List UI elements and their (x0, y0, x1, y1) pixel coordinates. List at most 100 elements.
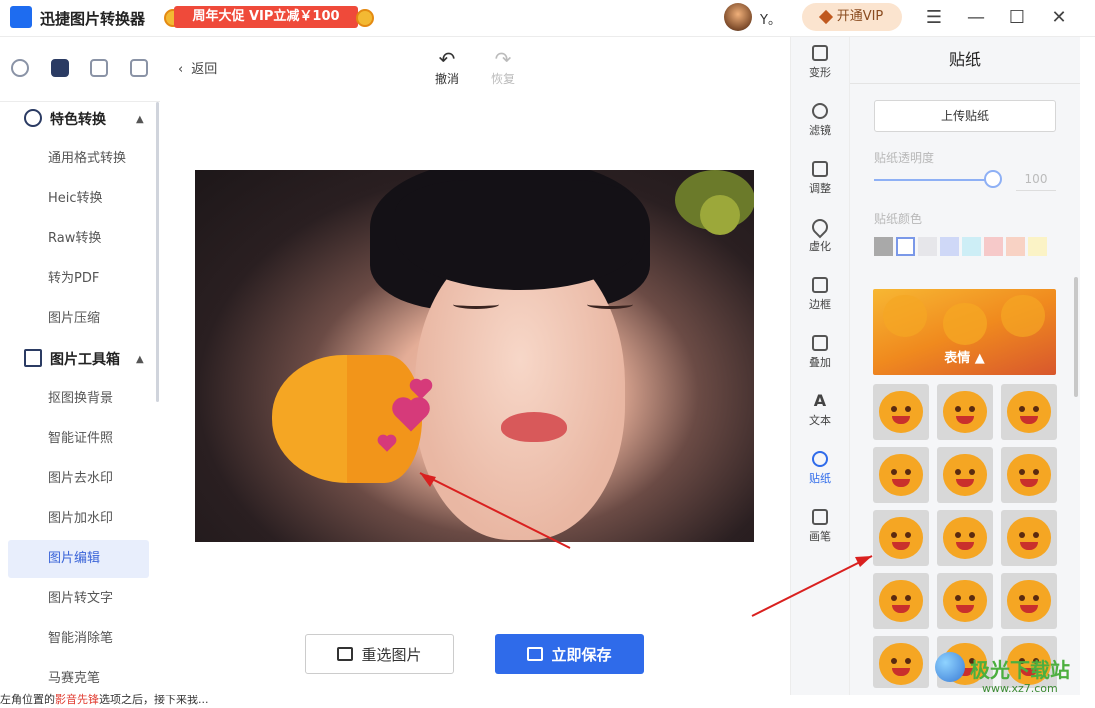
sticker-icon (812, 451, 828, 467)
emoji-icon (879, 580, 923, 622)
sidebar-item-to-pdf[interactable]: 转为PDF (8, 260, 149, 298)
sidebar-item-add-watermark[interactable]: 图片加水印 (8, 500, 149, 538)
banner-emoji (883, 295, 927, 337)
sticker-thumbnail[interactable] (873, 573, 929, 629)
username[interactable]: Y。 (760, 9, 781, 28)
tool-overlay[interactable]: 叠加 (791, 335, 849, 370)
brush-icon (812, 509, 828, 525)
color-swatch[interactable] (896, 237, 915, 256)
tool-blur[interactable]: 虚化 (791, 215, 849, 254)
app-title: 迅捷图片转换器 (40, 10, 146, 28)
tool-brush[interactable]: 画笔 (791, 509, 849, 544)
sidebar-item-format-convert[interactable]: 通用格式转换 (8, 140, 149, 178)
check-category-icon[interactable] (130, 59, 148, 77)
opacity-slider-handle[interactable] (984, 170, 1002, 188)
overlay-icon (812, 335, 828, 351)
back-button[interactable]: ‹ 返回 (178, 58, 217, 77)
panel-scrollbar[interactable] (1074, 277, 1078, 397)
redo-button[interactable]: ↷ 恢复 (486, 48, 520, 87)
caption-highlight: 影音先锋 (55, 693, 99, 706)
save-now-button[interactable]: 立即保存 (495, 634, 644, 674)
convert-icon (24, 109, 42, 127)
color-swatch[interactable] (984, 237, 1003, 256)
sidebar-scrollbar[interactable] (156, 102, 159, 402)
color-swatch[interactable] (1006, 237, 1025, 256)
chevron-up-icon[interactable]: ▲ (136, 114, 144, 125)
tool-border[interactable]: 边框 (791, 277, 849, 312)
tool-label: 虚化 (809, 240, 831, 253)
sidebar-item-image-edit[interactable]: 图片编辑 (8, 540, 149, 578)
photo-eye (453, 300, 499, 309)
emoji-icon (879, 391, 923, 433)
redo-label: 恢复 (490, 72, 515, 86)
section-special-convert[interactable]: 特色转换 (24, 102, 106, 138)
minimize-button[interactable]: — (956, 0, 996, 34)
category-icon-bar (0, 37, 160, 102)
sticker-thumbnail[interactable] (937, 384, 993, 440)
undo-icon: ↶ (438, 47, 456, 71)
sidebar-item-image-to-text[interactable]: 图片转文字 (8, 580, 149, 618)
sticker-thumbnail[interactable] (937, 510, 993, 566)
banner-emoji (943, 303, 987, 345)
color-swatch[interactable] (1028, 237, 1047, 256)
color-swatch[interactable] (918, 237, 937, 256)
color-swatch[interactable] (962, 237, 981, 256)
reselect-image-button[interactable]: 重选图片 (305, 634, 454, 674)
upload-sticker-button[interactable]: 上传贴纸 (874, 100, 1056, 132)
sidebar-item-remove-watermark[interactable]: 图片去水印 (8, 460, 149, 498)
image-category-icon[interactable] (90, 59, 108, 77)
opacity-slider-track[interactable] (874, 179, 994, 181)
emoji-icon (879, 517, 923, 559)
frame-icon (812, 277, 828, 293)
sticker-thumbnail[interactable] (937, 447, 993, 503)
sticker-thumbnail[interactable] (873, 510, 929, 566)
chevron-up-icon[interactable]: ▲ (136, 354, 144, 365)
sidebar-item-smart-eraser[interactable]: 智能消除笔 (8, 620, 149, 658)
tool-transform[interactable]: 变形 (791, 45, 849, 80)
toolbox-category-icon[interactable] (51, 59, 69, 77)
open-vip-label: 开通VIP (836, 9, 884, 24)
watermark-logo-icon (935, 652, 965, 682)
sticker-thumbnail[interactable] (873, 384, 929, 440)
section-label: 图片工具箱 (50, 352, 120, 368)
opacity-value[interactable]: 100 (1016, 168, 1056, 191)
tool-label: 叠加 (809, 356, 831, 369)
sticker-thumbnail[interactable] (1001, 384, 1057, 440)
sticker-thumbnail[interactable] (1001, 510, 1057, 566)
sidebar-item-heic[interactable]: Heic转换 (8, 180, 149, 218)
tool-label: 文本 (809, 414, 831, 427)
sticker-thumbnail[interactable] (1001, 447, 1057, 503)
sidebar-item-id-photo[interactable]: 智能证件照 (8, 420, 149, 458)
close-button[interactable]: ✕ (1039, 0, 1079, 34)
sticker-thumbnail[interactable] (873, 447, 929, 503)
open-vip-button[interactable]: 开通VIP (802, 3, 902, 31)
tool-sticker[interactable]: 贴纸 (791, 451, 849, 486)
coin-icon (356, 9, 374, 27)
emoji-category-banner[interactable]: 表情 ▲ (873, 289, 1056, 375)
avatar[interactable] (724, 3, 752, 31)
sticker-thumbnail[interactable] (873, 636, 929, 688)
color-swatch[interactable] (874, 237, 893, 256)
sticker-thumbnail[interactable] (937, 573, 993, 629)
maximize-button[interactable]: ☐ (997, 0, 1037, 34)
tool-adjust[interactable]: 调整 (791, 161, 849, 196)
download-icon (527, 647, 544, 661)
emoji-icon (879, 643, 923, 685)
menu-icon[interactable]: ☰ (914, 0, 954, 34)
section-image-toolbox[interactable]: 图片工具箱 (24, 342, 120, 378)
undo-button[interactable]: ↶ 撤消 (430, 48, 464, 87)
tool-text[interactable]: A 文本 (791, 393, 849, 428)
tool-filter[interactable]: 滤镜 (791, 103, 849, 138)
sidebar-item-compress[interactable]: 图片压缩 (8, 300, 149, 338)
sticker-panel: 贴纸 上传贴纸 贴纸透明度 100 贴纸颜色 表情 ▲ (849, 37, 1080, 695)
sticker-thumbnail[interactable] (1001, 573, 1057, 629)
convert-category-icon[interactable] (11, 59, 29, 77)
kiss-sticker[interactable] (272, 345, 431, 485)
color-swatch[interactable] (940, 237, 959, 256)
sidebar-item-raw[interactable]: Raw转换 (8, 220, 149, 258)
undo-label: 撤消 (434, 72, 459, 86)
promo-banner[interactable]: 周年大促 VIP立减￥100 (162, 4, 374, 30)
banner-emoji (1001, 295, 1045, 337)
diamond-icon (818, 9, 833, 24)
sidebar-item-cutout[interactable]: 抠图换背景 (8, 380, 149, 418)
